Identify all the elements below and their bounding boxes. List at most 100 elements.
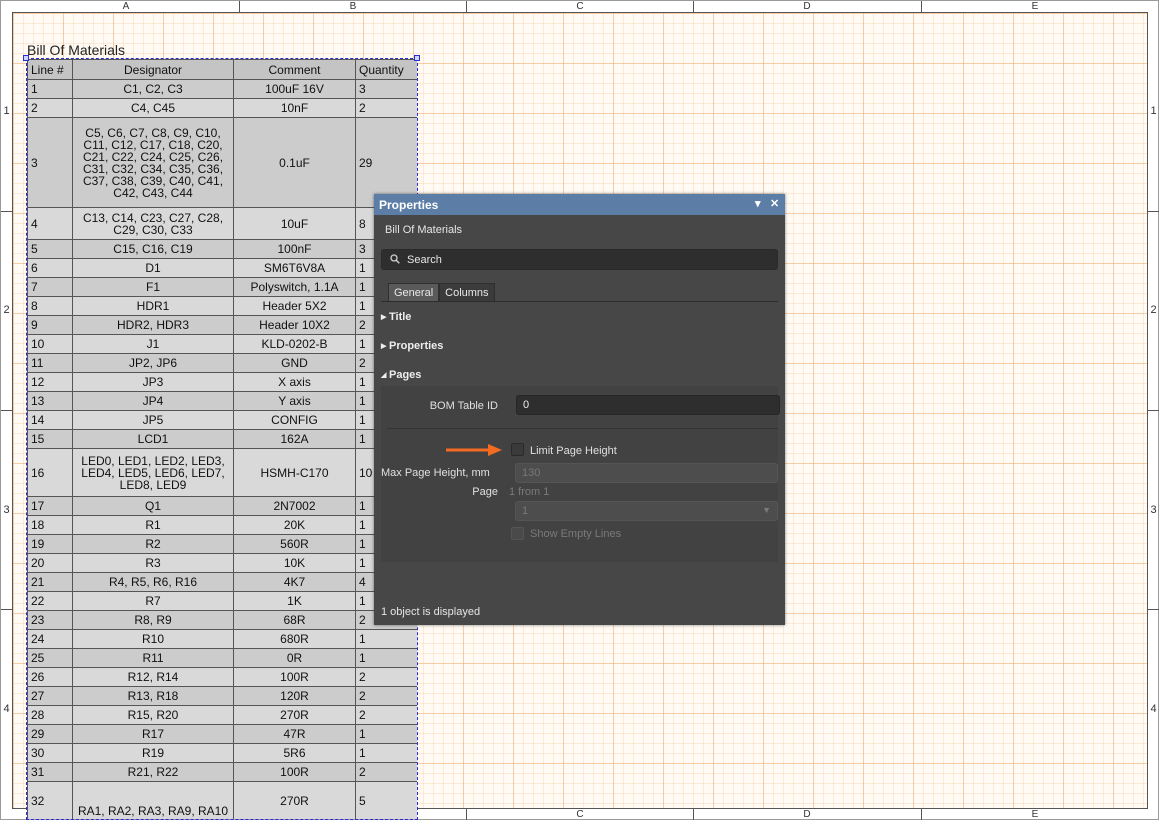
header-comment: Comment xyxy=(233,59,356,80)
comment-cell: 0R xyxy=(233,648,356,668)
designator-cell: R1 xyxy=(72,515,234,535)
designator-cell: R4, R5, R6, R16 xyxy=(72,572,234,592)
line-number-cell: 23 xyxy=(27,610,73,630)
bom-table-id-field[interactable]: 0 xyxy=(516,395,780,415)
line-number-cell: 32 xyxy=(27,781,73,819)
designator-cell: D1 xyxy=(72,258,234,278)
table-row: 32 RA1, RA2, RA3, RA9, RA10 270R 5 xyxy=(27,781,417,819)
comment-cell: 1K xyxy=(233,591,356,611)
designator-cell: R15, R20 xyxy=(72,705,234,725)
table-row: 25 R11 0R 1 xyxy=(27,648,417,668)
section-pages[interactable]: ◢ Pages xyxy=(381,369,421,381)
bom-table[interactable]: Line # Designator Comment Quantity 1 C1, … xyxy=(27,59,417,819)
line-number-cell: 24 xyxy=(27,629,73,649)
designator-cell: F1 xyxy=(72,277,234,297)
comment-cell: 2N7002 xyxy=(233,496,356,516)
line-number-cell: 22 xyxy=(27,591,73,611)
header-line: Line # xyxy=(27,59,73,80)
designator-cell: JP2, JP6 xyxy=(72,353,234,373)
designator-cell: R3 xyxy=(72,553,234,573)
designator-cell: R8, R9 xyxy=(72,610,234,630)
zone-col-bottom-d: D xyxy=(803,809,811,820)
quantity-cell: 1 xyxy=(355,743,417,763)
table-row: 15 LCD1 162A 1 xyxy=(27,429,417,449)
zone-tick xyxy=(466,809,467,820)
table-row: 2 C4, C45 10nF 2 xyxy=(27,98,417,118)
table-row: 13 JP4 Y axis 1 xyxy=(27,391,417,411)
max-page-height-label: Max Page Height, mm xyxy=(381,467,490,479)
zone-tick xyxy=(693,1,694,12)
designator-cell: R21, R22 xyxy=(72,762,234,782)
comment-cell: 20K xyxy=(233,515,356,535)
section-properties[interactable]: ▶ Properties xyxy=(381,340,443,352)
line-number-cell: 28 xyxy=(27,705,73,725)
line-number-cell: 16 xyxy=(27,448,73,497)
show-empty-lines-checkbox[interactable] xyxy=(511,527,524,540)
designator-cell: R13, R18 xyxy=(72,686,234,706)
zone-row-right-4: 4 xyxy=(1150,703,1157,715)
panel-menu-icon[interactable]: ▾ xyxy=(755,197,761,210)
comment-cell: 47R xyxy=(233,724,356,744)
comment-cell: KLD-0202-B xyxy=(233,334,356,354)
limit-page-height-checkbox[interactable] xyxy=(511,443,524,456)
search-box[interactable] xyxy=(381,249,778,270)
line-number-cell: 19 xyxy=(27,534,73,554)
designator-cell: C4, C45 xyxy=(72,98,234,118)
designator-cell: C15, C16, C19 xyxy=(72,239,234,259)
designator-cell: R2 xyxy=(72,534,234,554)
quantity-cell: 2 xyxy=(355,98,417,118)
zone-tick xyxy=(1148,609,1159,610)
section-title[interactable]: ▶ Title xyxy=(381,311,411,323)
table-row: 22 R7 1K 1 xyxy=(27,591,417,611)
comment-cell: 4K7 xyxy=(233,572,356,592)
zone-col-top-a: A xyxy=(122,1,130,12)
comment-cell: 68R xyxy=(233,610,356,630)
selection-handle[interactable] xyxy=(23,55,29,61)
table-row: 5 C15, C16, C19 100nF 3 xyxy=(27,239,417,259)
comment-cell: SM6T6V8A xyxy=(233,258,356,278)
line-number-cell: 2 xyxy=(27,98,73,118)
designator-cell: R17 xyxy=(72,724,234,744)
tab-general[interactable]: General xyxy=(388,283,440,302)
zone-col-top-d: D xyxy=(803,1,811,12)
line-number-cell: 14 xyxy=(27,410,73,430)
zone-row-left-1: 1 xyxy=(3,105,10,117)
table-row: 26 R12, R14 100R 2 xyxy=(27,667,417,687)
bom-table-object[interactable]: Line # Designator Comment Quantity 1 C1, … xyxy=(26,58,418,820)
bom-header-row: Line # Designator Comment Quantity xyxy=(27,59,417,80)
line-number-cell: 3 xyxy=(27,117,73,208)
page-select-value: 1 xyxy=(522,505,529,517)
comment-cell: Y axis xyxy=(233,391,356,411)
line-number-cell: 18 xyxy=(27,515,73,535)
comment-cell: 270R xyxy=(233,705,356,725)
page-select[interactable]: 1 ▼ xyxy=(515,501,778,521)
panel-header[interactable]: Properties ▾ ✕ xyxy=(374,194,785,215)
designator-cell: R10 xyxy=(72,629,234,649)
zone-row-left-4: 4 xyxy=(3,703,10,715)
line-number-cell: 1 xyxy=(27,79,73,99)
zone-tick xyxy=(1148,211,1159,212)
comment-cell: Header 10X2 xyxy=(233,315,356,335)
page-label: Page xyxy=(472,486,498,498)
comment-cell: 120R xyxy=(233,686,356,706)
table-row: 9 HDR2, HDR3 Header 10X2 2 xyxy=(27,315,417,335)
line-number-cell: 27 xyxy=(27,686,73,706)
close-icon[interactable]: ✕ xyxy=(770,197,779,210)
zone-row-right-3: 3 xyxy=(1150,504,1157,516)
line-number-cell: 21 xyxy=(27,572,73,592)
header-designator: Designator xyxy=(72,59,234,80)
comment-cell: Header 5X2 xyxy=(233,296,356,316)
max-page-height-field[interactable]: 130 xyxy=(515,463,778,483)
line-number-cell: 5 xyxy=(27,239,73,259)
designator-cell: R12, R14 xyxy=(72,667,234,687)
table-row: 28 R15, R20 270R 2 xyxy=(27,705,417,725)
tab-columns[interactable]: Columns xyxy=(439,283,495,302)
section-properties-label: Properties xyxy=(389,340,444,352)
properties-panel[interactable]: Properties ▾ ✕ Bill Of Materials General… xyxy=(374,194,785,625)
selection-handle[interactable] xyxy=(414,55,420,61)
zone-tick xyxy=(466,1,467,12)
callout-arrow-icon xyxy=(446,444,502,456)
search-input[interactable] xyxy=(407,252,767,268)
table-row: 19 R2 560R 1 xyxy=(27,534,417,554)
table-row: 29 R17 47R 1 xyxy=(27,724,417,744)
